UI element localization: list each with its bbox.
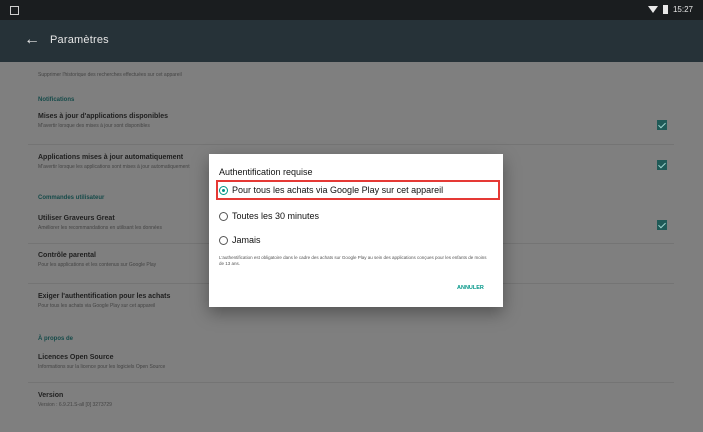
section-header-notifications: Notifications	[38, 97, 75, 103]
back-arrow-icon[interactable]: ←	[24, 32, 40, 48]
auto-updated-checkbox[interactable]	[657, 160, 667, 170]
option-never[interactable]: Jamais	[219, 235, 261, 245]
wifi-icon	[647, 6, 658, 13]
truncated-setting-text: Supprimer l'historique des recherches ef…	[38, 72, 182, 78]
divider	[28, 382, 674, 383]
dialog-note: L'authentification est obligatoire dans …	[219, 255, 487, 266]
status-time: 15:27	[672, 5, 693, 14]
graveurs-checkbox[interactable]	[657, 220, 667, 230]
setting-subtitle: Version : 6.9.21.S-all [0] 3273729	[38, 402, 112, 408]
option-label: Toutes les 30 minutes	[232, 211, 320, 221]
option-every-30-minutes[interactable]: Toutes les 30 minutes	[219, 211, 319, 221]
setting-title: Licences Open Source	[38, 354, 114, 361]
app-bar: ← Paramètres	[0, 20, 703, 62]
divider	[28, 144, 674, 145]
app-updates-checkbox[interactable]	[657, 120, 667, 130]
cancel-button[interactable]: ANNULER	[457, 285, 484, 291]
radio-unselected-icon[interactable]	[219, 235, 228, 245]
page-title: Paramètres	[50, 34, 109, 46]
setting-item-version: Version Version : 6.9.21.S-all [0] 32737…	[38, 392, 668, 408]
setting-item-app-updates[interactable]: Mises à jour d'applications disponibles …	[38, 113, 668, 129]
status-icons: 15:27	[647, 5, 693, 14]
status-bar: 15:27	[0, 0, 703, 20]
option-label: Jamais	[232, 235, 261, 245]
setting-item-open-source[interactable]: Licences Open Source Informations sur la…	[38, 354, 668, 370]
section-header-about: À propos de	[38, 336, 74, 342]
battery-icon	[662, 5, 668, 14]
dialog-title: Authentification requise	[219, 167, 313, 177]
radio-unselected-icon[interactable]	[219, 211, 228, 221]
auth-required-dialog: Authentification requise Pour tous les a…	[209, 154, 503, 307]
setting-title: Mises à jour d'applications disponibles	[38, 113, 169, 120]
setting-title: Version	[38, 392, 64, 399]
notification-icon	[10, 6, 19, 15]
setting-subtitle: M'avertir lorsque des mises à jour sont …	[38, 123, 150, 129]
highlight-box	[216, 180, 500, 200]
setting-subtitle: Informations sur la licence pour les log…	[38, 364, 166, 370]
